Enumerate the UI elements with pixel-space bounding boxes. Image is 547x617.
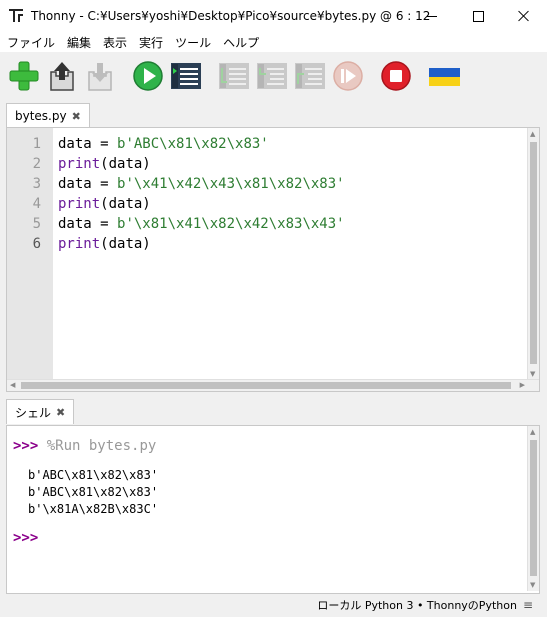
step-out-icon xyxy=(295,63,325,89)
step-into-icon xyxy=(257,63,287,89)
scroll-left-arrow-icon[interactable]: ◀ xyxy=(10,381,15,389)
shell-input-prompt[interactable]: >>> xyxy=(13,530,38,546)
shell-run-command: >>> %Run bytes.py xyxy=(13,438,157,454)
minimize-button[interactable] xyxy=(409,0,455,32)
resume-icon xyxy=(333,61,363,91)
shell-output-line: b'\x81A\x82B\x83C' xyxy=(28,502,159,516)
code-line: print(data) xyxy=(58,196,151,212)
new-file-icon xyxy=(9,61,39,91)
shell-vertical-scrollbar[interactable]: ▲ ▼ xyxy=(527,426,539,591)
code-line: data = b'\x41\x42\x43\x81\x82\x83' xyxy=(58,176,345,192)
step-out-button[interactable] xyxy=(294,60,326,92)
status-bar: ローカル Python 3 • ThonnyのPython ≡ xyxy=(0,593,547,617)
maximize-button[interactable] xyxy=(455,0,501,32)
step-over-button[interactable] xyxy=(218,60,250,92)
shell-prompt: >>> xyxy=(13,438,39,454)
run-button[interactable] xyxy=(132,60,164,92)
step-into-button[interactable] xyxy=(256,60,288,92)
shell-output-line: b'ABC\x81\x82\x83' xyxy=(28,468,159,482)
shell-output-line: b'ABC\x81\x82\x83' xyxy=(28,485,159,499)
menu-file[interactable]: ファイル xyxy=(0,34,61,51)
ukraine-flag-button[interactable] xyxy=(428,60,460,92)
code-editor[interactable]: 1 2 3 4 5 6 data = b'ABC\x81\x82\x83' pr… xyxy=(6,127,540,392)
tab-label: シェル xyxy=(15,405,52,420)
save-file-icon xyxy=(88,63,112,91)
open-file-button[interactable] xyxy=(46,60,78,92)
menu-edit[interactable]: 編集 xyxy=(61,34,97,51)
scroll-up-arrow-icon[interactable]: ▲ xyxy=(530,130,535,138)
tab-label: bytes.py xyxy=(15,109,67,123)
line-number: 3 xyxy=(32,176,41,192)
save-file-button[interactable] xyxy=(84,60,116,92)
run-icon xyxy=(133,61,163,91)
scroll-up-arrow-icon[interactable]: ▲ xyxy=(530,428,535,436)
menu-bar: ファイル 編集 表示 実行 ツール ヘルプ xyxy=(0,32,547,52)
interpreter-selector[interactable]: ローカル Python 3 • ThonnyのPython xyxy=(317,597,517,613)
tab-bytes-py[interactable]: bytes.py ✖ xyxy=(6,103,90,128)
editor-tab-bar: bytes.py ✖ xyxy=(0,100,547,128)
line-number: 1 xyxy=(32,136,41,152)
code-line: data = b'ABC\x81\x82\x83' xyxy=(58,136,269,152)
thonny-logo-icon xyxy=(9,9,23,23)
scrollbar-thumb[interactable] xyxy=(530,142,537,364)
debug-button[interactable] xyxy=(170,60,202,92)
code-line: print(data) xyxy=(58,156,151,172)
scroll-right-arrow-icon[interactable]: ▶ xyxy=(520,381,525,389)
resume-button[interactable] xyxy=(332,60,364,92)
open-file-icon xyxy=(50,62,74,91)
line-number: 4 xyxy=(32,196,41,212)
new-file-button[interactable] xyxy=(8,60,40,92)
menu-view[interactable]: 表示 xyxy=(97,34,133,51)
tab-close-icon[interactable]: ✖ xyxy=(72,110,81,123)
step-over-icon xyxy=(219,63,249,89)
line-number-current: 6 xyxy=(32,236,41,252)
stop-icon xyxy=(381,61,411,91)
menu-help[interactable]: ヘルプ xyxy=(217,34,265,51)
scrollbar-thumb[interactable] xyxy=(21,382,511,389)
scroll-down-arrow-icon[interactable]: ▼ xyxy=(530,581,535,589)
tab-close-icon[interactable]: ✖ xyxy=(56,406,65,419)
code-line: data = b'\x81\x41\x82\x42\x83\x43' xyxy=(58,216,345,232)
hamburger-menu-icon[interactable]: ≡ xyxy=(523,598,533,612)
maximize-icon xyxy=(472,10,484,22)
editor-horizontal-scrollbar[interactable]: ◀ ▶ xyxy=(7,379,539,391)
close-icon xyxy=(518,10,530,22)
line-number: 2 xyxy=(32,156,41,172)
toolbar xyxy=(0,52,547,100)
tab-shell[interactable]: シェル ✖ xyxy=(6,399,75,424)
shell-panel[interactable]: >>> %Run bytes.py b'ABC\x81\x82\x83' b'A… xyxy=(6,425,540,594)
close-button[interactable] xyxy=(501,0,547,32)
stop-button[interactable] xyxy=(380,60,412,92)
title-bar: Thonny - C:¥Users¥yoshi¥Desktop¥Pico¥sou… xyxy=(0,0,547,32)
window-title: Thonny - C:¥Users¥yoshi¥Desktop¥Pico¥sou… xyxy=(31,9,431,23)
scroll-down-arrow-icon[interactable]: ▼ xyxy=(530,370,535,378)
minimize-icon xyxy=(427,15,437,17)
ukraine-flag-icon xyxy=(429,68,460,86)
debug-icon xyxy=(171,63,201,89)
menu-run[interactable]: 実行 xyxy=(133,34,169,51)
line-number: 5 xyxy=(32,216,41,232)
menu-tools[interactable]: ツール xyxy=(169,34,217,51)
line-number-gutter: 1 2 3 4 5 6 xyxy=(7,128,53,380)
scrollbar-thumb[interactable] xyxy=(530,440,537,576)
code-line: print(data) xyxy=(58,236,151,252)
editor-vertical-scrollbar[interactable]: ▲ ▼ xyxy=(527,128,539,380)
